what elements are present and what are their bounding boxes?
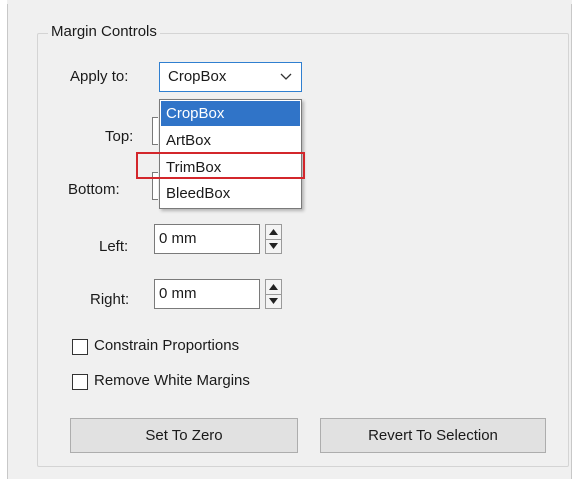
triangle-up-icon xyxy=(269,229,278,235)
dropdown-option-artbox[interactable]: ArtBox xyxy=(161,128,300,153)
left-decrement-button[interactable] xyxy=(266,239,281,253)
right-decrement-button[interactable] xyxy=(266,294,281,308)
apply-to-select[interactable]: CropBox xyxy=(159,62,302,92)
apply-to-label: Apply to: xyxy=(70,68,129,85)
revert-to-selection-button[interactable]: Revert To Selection xyxy=(320,418,546,453)
left-margin-value: 0 mm xyxy=(159,230,197,247)
triangle-down-icon xyxy=(269,243,278,249)
group-title: Margin Controls xyxy=(48,23,160,40)
panel-left-border xyxy=(7,4,8,479)
remove-white-margins-checkbox[interactable] xyxy=(72,374,88,390)
trimbox-highlight-outline xyxy=(136,152,305,179)
set-to-zero-button[interactable]: Set To Zero xyxy=(70,418,298,453)
constrain-proportions-label[interactable]: Constrain Proportions xyxy=(94,337,239,354)
bottom-label: Bottom: xyxy=(68,181,120,198)
top-label: Top: xyxy=(105,128,134,145)
left-margin-stepper[interactable] xyxy=(265,224,282,254)
constrain-proportions-checkbox[interactable] xyxy=(72,339,88,355)
left-margin-input[interactable]: 0 mm xyxy=(154,224,260,254)
right-increment-button[interactable] xyxy=(266,280,281,295)
apply-to-selected-value: CropBox xyxy=(168,68,227,85)
triangle-down-icon xyxy=(269,298,278,304)
dropdown-option-bleedbox[interactable]: BleedBox xyxy=(161,181,300,206)
dropdown-option-cropbox[interactable]: CropBox xyxy=(161,101,300,126)
right-label: Right: xyxy=(90,291,130,308)
chevron-down-icon xyxy=(280,73,292,80)
right-margin-stepper[interactable] xyxy=(265,279,282,309)
right-margin-value: 0 mm xyxy=(159,285,197,302)
triangle-up-icon xyxy=(269,284,278,290)
remove-white-margins-label[interactable]: Remove White Margins xyxy=(94,372,250,389)
top-field-partial[interactable] xyxy=(152,117,158,145)
right-margin-input[interactable]: 0 mm xyxy=(154,279,260,309)
margin-controls-panel: Margin Controls Apply to: CropBox Top: B… xyxy=(0,0,581,479)
panel-right-border xyxy=(571,4,572,479)
outer-margin-left xyxy=(0,0,7,479)
left-increment-button[interactable] xyxy=(266,225,281,240)
left-label: Left: xyxy=(99,238,129,255)
outer-margin-right xyxy=(572,0,581,479)
